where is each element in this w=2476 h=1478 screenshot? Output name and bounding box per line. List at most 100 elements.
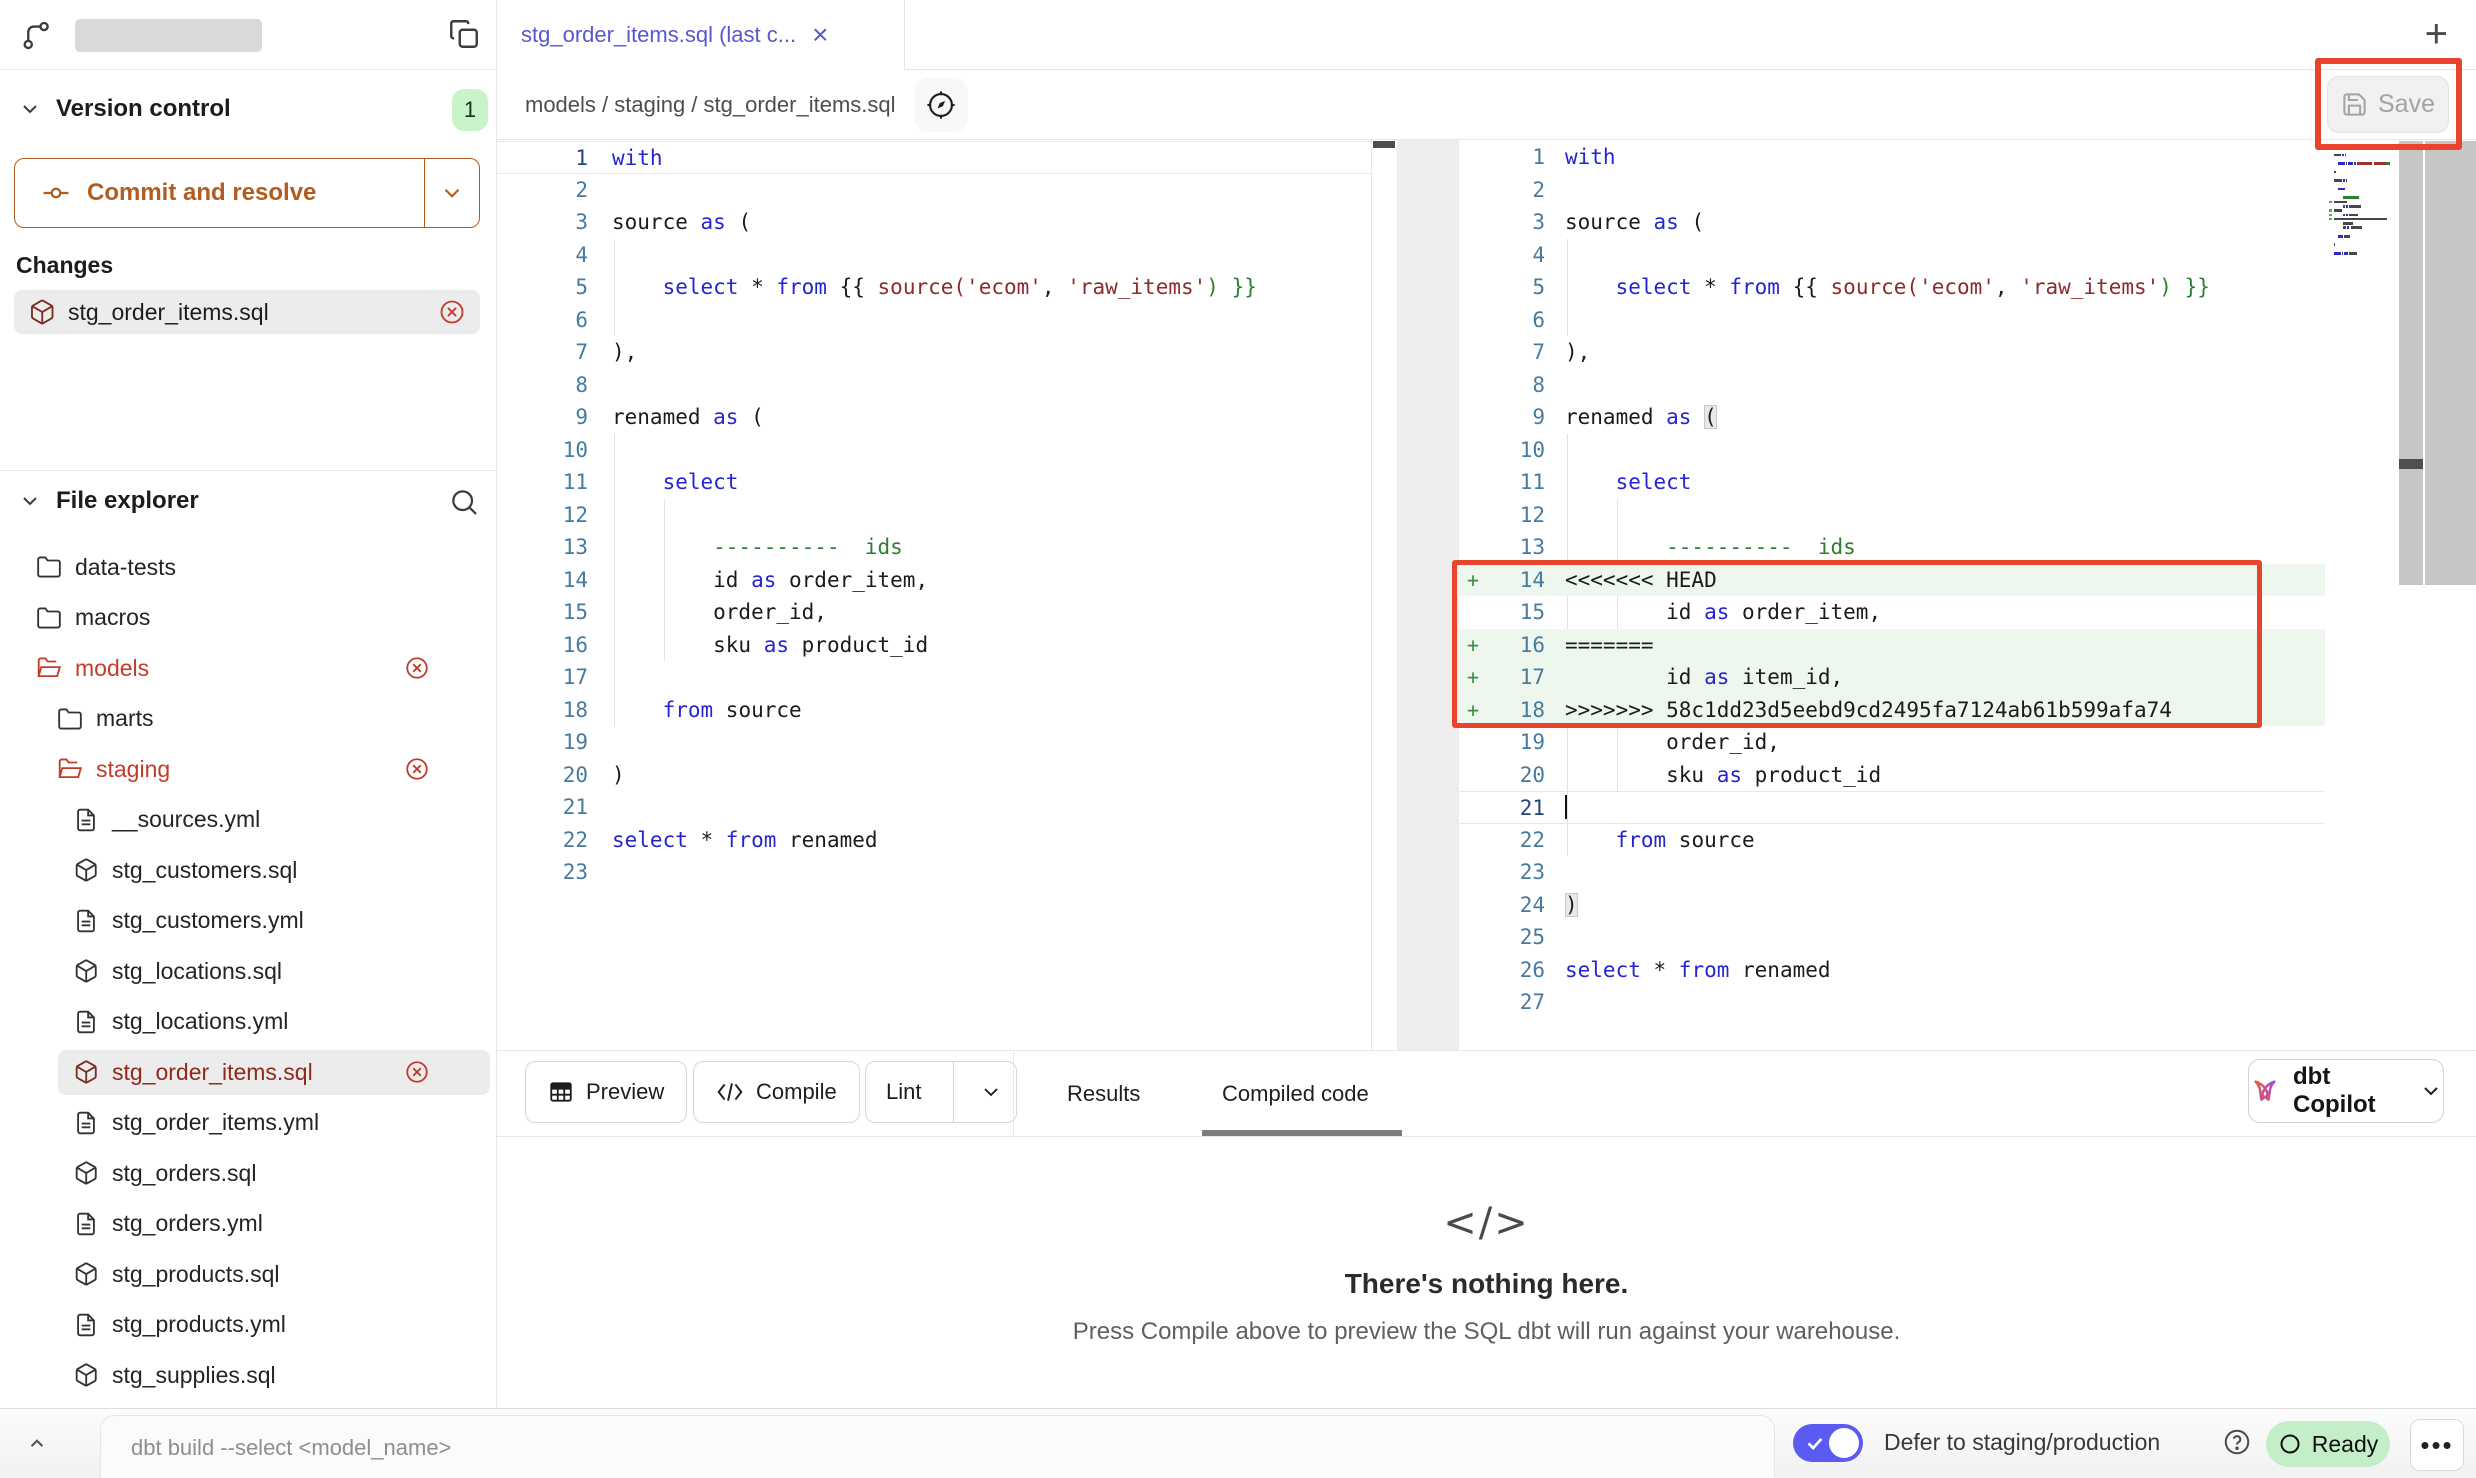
file-tree-item-staging[interactable]: staging bbox=[0, 744, 496, 795]
code-line-16[interactable]: 16 sku as product_id bbox=[497, 629, 1371, 662]
expand-command-panel-icon[interactable] bbox=[24, 1431, 50, 1457]
dbt-copilot-button[interactable]: dbt Copilot bbox=[2248, 1059, 2444, 1123]
code-line-14[interactable]: 14 id as order_item, bbox=[497, 564, 1371, 597]
code-line-4[interactable]: 4 bbox=[1459, 239, 2325, 272]
editor-scrollbar[interactable] bbox=[2425, 141, 2476, 585]
code-line-19[interactable]: 19 bbox=[497, 726, 1371, 759]
file-tree-item-stg-customers-sql[interactable]: stg_customers.sql bbox=[0, 845, 496, 896]
code-line-23[interactable]: 23 bbox=[497, 856, 1371, 889]
overview-ruler[interactable] bbox=[2399, 141, 2423, 585]
code-line-21[interactable]: 21 bbox=[1459, 791, 2325, 824]
version-control-header[interactable]: Version control bbox=[18, 88, 231, 130]
code-line-9[interactable]: 9renamed as ( bbox=[497, 401, 1371, 434]
lint-button[interactable]: Lint bbox=[865, 1061, 1017, 1123]
code-line-3[interactable]: 3source as ( bbox=[497, 206, 1371, 239]
code-line-23[interactable]: 23 bbox=[1459, 856, 2325, 889]
file-tree-item-macros[interactable]: macros bbox=[0, 593, 496, 644]
minimap[interactable] bbox=[2325, 140, 2397, 1050]
save-button[interactable]: Save bbox=[2327, 76, 2449, 133]
code-line-17[interactable]: 17 bbox=[497, 661, 1371, 694]
search-icon[interactable] bbox=[448, 486, 480, 518]
editor-pane-original[interactable]: 1with23source as (45 select * from {{ so… bbox=[497, 140, 1371, 1050]
commit-options-caret[interactable] bbox=[425, 159, 479, 227]
discard-change-icon[interactable] bbox=[438, 298, 466, 326]
discard-change-icon[interactable] bbox=[404, 1059, 430, 1085]
file-tree-item-stg-order-items-yml[interactable]: stg_order_items.yml bbox=[0, 1098, 496, 1149]
file-tree-item-stg-locations-yml[interactable]: stg_locations.yml bbox=[0, 997, 496, 1048]
discard-change-icon[interactable] bbox=[404, 655, 430, 681]
code-line-6[interactable]: 6 bbox=[497, 304, 1371, 337]
code-line-10[interactable]: 10 bbox=[1459, 434, 2325, 467]
code-line-13[interactable]: 13 ---------- ids bbox=[497, 531, 1371, 564]
code-line-21[interactable]: 21 bbox=[497, 791, 1371, 824]
code-line-20[interactable]: 20 sku as product_id bbox=[1459, 759, 2325, 792]
code-line-25[interactable]: 25 bbox=[1459, 921, 2325, 954]
help-icon[interactable] bbox=[2222, 1427, 2252, 1457]
code-line-22[interactable]: 22 from source bbox=[1459, 824, 2325, 857]
code-line-5[interactable]: 5 select * from {{ source('ecom', 'raw_i… bbox=[1459, 271, 2325, 304]
code-line-27[interactable]: 27 bbox=[1459, 986, 2325, 1019]
discard-change-icon[interactable] bbox=[404, 756, 430, 782]
file-tree-item-stg-customers-yml[interactable]: stg_customers.yml bbox=[0, 896, 496, 947]
file-tree-item-stg-order-items-sql[interactable]: stg_order_items.sql bbox=[0, 1047, 496, 1098]
commit-and-resolve-main[interactable]: Commit and resolve bbox=[15, 159, 424, 227]
code-line-1[interactable]: 1with bbox=[1459, 141, 2325, 174]
command-input[interactable]: dbt build --select <model_name> bbox=[100, 1415, 1775, 1478]
file-tree-item-stg-supplies-sql[interactable]: stg_supplies.sql bbox=[0, 1350, 496, 1401]
preview-button[interactable]: Preview bbox=[525, 1061, 687, 1123]
changed-file-row[interactable]: stg_order_items.sql bbox=[14, 290, 480, 334]
tab-results[interactable]: Results bbox=[1067, 1051, 1140, 1136]
code-line-19[interactable]: 19 order_id, bbox=[1459, 726, 2325, 759]
code-line-22[interactable]: 22select * from renamed bbox=[497, 824, 1371, 857]
code-line-11[interactable]: 11 select bbox=[1459, 466, 2325, 499]
code-line-6[interactable]: 6 bbox=[1459, 304, 2325, 337]
code-line-26[interactable]: 26select * from renamed bbox=[1459, 954, 2325, 987]
code-line-4[interactable]: 4 bbox=[497, 239, 1371, 272]
file-tree-item-stg-orders-sql[interactable]: stg_orders.sql bbox=[0, 1148, 496, 1199]
left-pane-scrollbar[interactable] bbox=[1371, 140, 1397, 1050]
commit-and-resolve-button[interactable]: Commit and resolve bbox=[14, 158, 480, 228]
compile-button[interactable]: Compile bbox=[693, 1061, 860, 1123]
code-line-8[interactable]: 8 bbox=[497, 369, 1371, 402]
code-line-24[interactable]: 24) bbox=[1459, 889, 2325, 922]
tab-title: stg_order_items.sql (last c... bbox=[521, 22, 796, 48]
code-line-1[interactable]: 1with bbox=[497, 141, 1371, 174]
file-tree-item--sources-yml[interactable]: __sources.yml bbox=[0, 795, 496, 846]
code-line-2[interactable]: 2 bbox=[497, 174, 1371, 207]
file-tree-item-stg-locations-sql[interactable]: stg_locations.sql bbox=[0, 946, 496, 997]
code-line-18[interactable]: 18 from source bbox=[497, 694, 1371, 727]
file-tree-item-stg-products-yml[interactable]: stg_products.yml bbox=[0, 1300, 496, 1351]
code-line-8[interactable]: 8 bbox=[1459, 369, 2325, 402]
code-line-12[interactable]: 12 bbox=[1459, 499, 2325, 532]
file-tree-item-data-tests[interactable]: data-tests bbox=[0, 542, 496, 593]
code-line-20[interactable]: 20) bbox=[497, 759, 1371, 792]
code-line-12[interactable]: 12 bbox=[497, 499, 1371, 532]
copy-icon[interactable] bbox=[447, 17, 481, 51]
code-line-2[interactable]: 2 bbox=[1459, 174, 2325, 207]
file-explorer-header[interactable]: File explorer bbox=[18, 478, 480, 524]
file-tree-item-stg-products-sql[interactable]: stg_products.sql bbox=[0, 1249, 496, 1300]
code-line-11[interactable]: 11 select bbox=[497, 466, 1371, 499]
tab-stg-order-items[interactable]: stg_order_items.sql (last c... × bbox=[497, 0, 905, 70]
tab-compiled-code[interactable]: Compiled code bbox=[1222, 1051, 1369, 1136]
code-line-13[interactable]: 13 ---------- ids bbox=[1459, 531, 2325, 564]
defer-toggle[interactable] bbox=[1793, 1424, 1863, 1462]
code-line-3[interactable]: 3source as ( bbox=[1459, 206, 2325, 239]
left-pane-scrollbar-thumb[interactable] bbox=[1373, 141, 1395, 148]
code-line-5[interactable]: 5 select * from {{ source('ecom', 'raw_i… bbox=[497, 271, 1371, 304]
more-options-button[interactable]: ••• bbox=[2410, 1419, 2464, 1471]
lint-label[interactable]: Lint bbox=[866, 1062, 941, 1122]
code-line-7[interactable]: 7), bbox=[1459, 336, 2325, 369]
code-line-7[interactable]: 7), bbox=[497, 336, 1371, 369]
file-tree-item-models[interactable]: models bbox=[0, 643, 496, 694]
code-line-10[interactable]: 10 bbox=[497, 434, 1371, 467]
code-line-15[interactable]: 15 order_id, bbox=[497, 596, 1371, 629]
close-tab-icon[interactable]: × bbox=[812, 21, 828, 49]
lineage-compass-icon[interactable] bbox=[914, 78, 968, 132]
code-line-9[interactable]: 9renamed as ( bbox=[1459, 401, 2325, 434]
file-tree-item-stg-orders-yml[interactable]: stg_orders.yml bbox=[0, 1199, 496, 1250]
file-tree-item-marts[interactable]: marts bbox=[0, 694, 496, 745]
git-branch-icon[interactable] bbox=[20, 19, 53, 52]
new-tab-button[interactable]: + bbox=[2425, 14, 2448, 54]
lint-options-caret[interactable] bbox=[966, 1062, 1016, 1122]
